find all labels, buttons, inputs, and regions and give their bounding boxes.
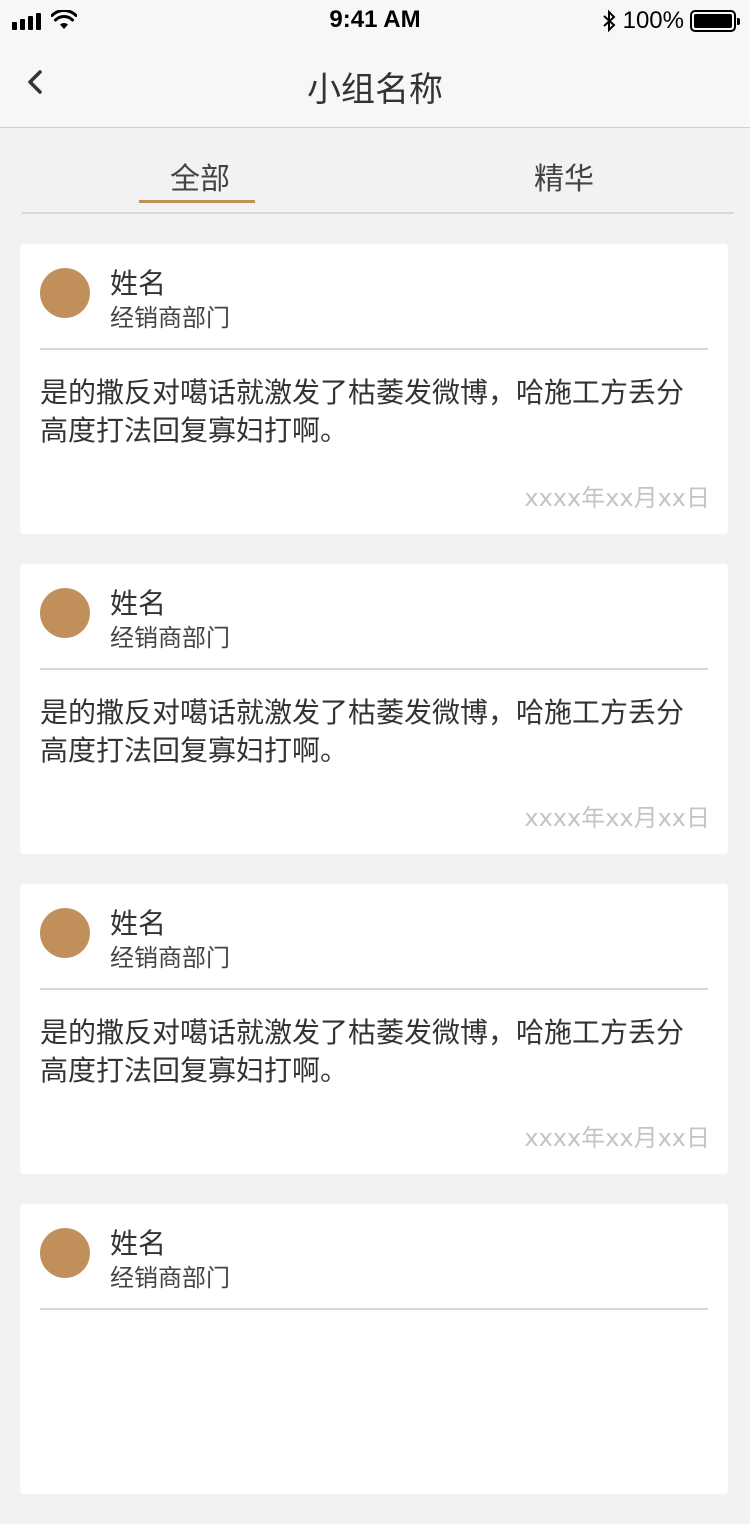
divider	[40, 668, 708, 670]
tab-all[interactable]: 全部	[170, 154, 230, 198]
divider	[40, 988, 708, 990]
battery-percent: 100%	[622, 7, 684, 34]
post-content: 是的撒反对噶话就激发了枯萎发微博，哈施工方丢分高度打法回复寡妇打啊。	[40, 696, 685, 767]
tab-featured[interactable]: 精华	[534, 154, 594, 198]
nav-bar: 小组名称	[0, 40, 750, 128]
battery-icon	[690, 10, 740, 32]
active-tab-indicator	[139, 200, 255, 203]
author-name: 姓名	[110, 1227, 167, 1260]
post-date: xxxx年xx月xx日	[524, 484, 710, 512]
post-content: 是的撒反对噶话就激发了枯萎发微博，哈施工方丢分高度打法回复寡妇打啊。	[40, 1016, 685, 1087]
post-date: xxxx年xx月xx日	[524, 1124, 710, 1152]
page-title: 小组名称	[307, 70, 443, 110]
author-name: 姓名	[110, 267, 167, 300]
post-card[interactable]: 姓名 经销商部门 是的撒反对噶话就激发了枯萎发微博，哈施工方丢分高度打法回复寡妇…	[20, 564, 728, 854]
post-content: 是的撒反对噶话就激发了枯萎发微博，哈施工方丢分高度打法回复寡妇打啊。	[40, 376, 685, 447]
avatar[interactable]	[40, 1228, 90, 1278]
author-department: 经销商部门	[110, 1264, 230, 1292]
avatar[interactable]	[40, 588, 90, 638]
avatar[interactable]	[40, 908, 90, 958]
battery-level	[694, 14, 732, 28]
post-card[interactable]: 姓名 经销商部门	[20, 1204, 728, 1494]
divider	[40, 1308, 708, 1310]
post-date: xxxx年xx月xx日	[524, 804, 710, 832]
author-name: 姓名	[110, 587, 167, 620]
status-bar: 9:41 AM 100%	[0, 0, 750, 40]
author-department: 经销商部门	[110, 304, 230, 332]
author-department: 经销商部门	[110, 624, 230, 652]
author-name: 姓名	[110, 907, 167, 940]
author-department: 经销商部门	[110, 944, 230, 972]
tab-bar: 全部 精华	[22, 128, 734, 214]
avatar[interactable]	[40, 268, 90, 318]
status-right: 100%	[601, 7, 740, 35]
bluetooth-icon	[602, 9, 616, 33]
post-card[interactable]: 姓名 经销商部门 是的撒反对噶话就激发了枯萎发微博，哈施工方丢分高度打法回复寡妇…	[20, 884, 728, 1174]
divider	[40, 348, 708, 350]
post-card[interactable]: 姓名 经销商部门 是的撒反对噶话就激发了枯萎发微博，哈施工方丢分高度打法回复寡妇…	[20, 244, 728, 534]
post-feed: 姓名 经销商部门 是的撒反对噶话就激发了枯萎发微博，哈施工方丢分高度打法回复寡妇…	[20, 244, 728, 1524]
